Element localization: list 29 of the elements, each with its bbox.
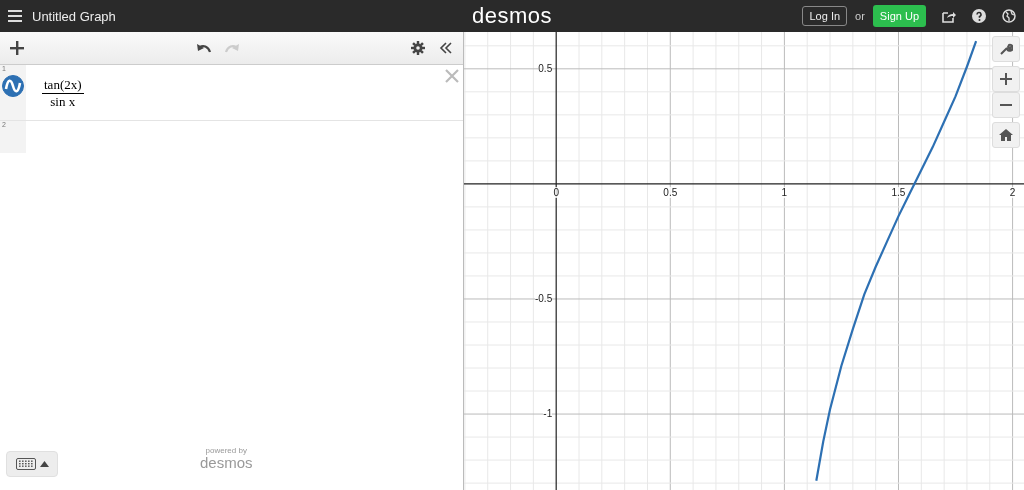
powered-by-text: powered by: [205, 446, 247, 455]
keyboard-button[interactable]: [6, 451, 58, 477]
or-text: or: [855, 10, 865, 22]
share-icon[interactable]: [942, 9, 956, 23]
caret-icon: [39, 461, 49, 467]
axis-label: -0.5: [534, 292, 553, 304]
brand-text: desmos: [200, 455, 253, 470]
home-icon[interactable]: [992, 122, 1020, 148]
axis-label: 1.5: [891, 186, 906, 198]
menu-icon[interactable]: [8, 10, 22, 22]
axis-label: 0: [553, 186, 559, 198]
zoom-out-icon[interactable]: [992, 92, 1020, 118]
keyboard-icon: [15, 458, 36, 470]
login-button[interactable]: Log In: [802, 6, 848, 26]
settings-icon[interactable]: [409, 39, 427, 57]
add-icon[interactable]: [8, 39, 26, 57]
globe-icon[interactable]: [1002, 9, 1016, 23]
axis-label: -1: [543, 408, 553, 420]
math-expression[interactable]: tan(2x) sin x: [42, 77, 84, 110]
logo: desmos: [472, 3, 552, 29]
wrench-icon[interactable]: [992, 36, 1020, 62]
help-icon[interactable]: [972, 9, 986, 23]
axis-label: 0.5: [663, 186, 678, 198]
zoom-in-icon[interactable]: [992, 66, 1020, 92]
axis-label: 0.5: [538, 62, 553, 74]
axis-label: 2: [1009, 186, 1016, 198]
graph-title: Untitled Graph: [32, 8, 116, 24]
graph-toggle-icon[interactable]: [2, 75, 24, 97]
axis-label: 1: [781, 186, 788, 198]
